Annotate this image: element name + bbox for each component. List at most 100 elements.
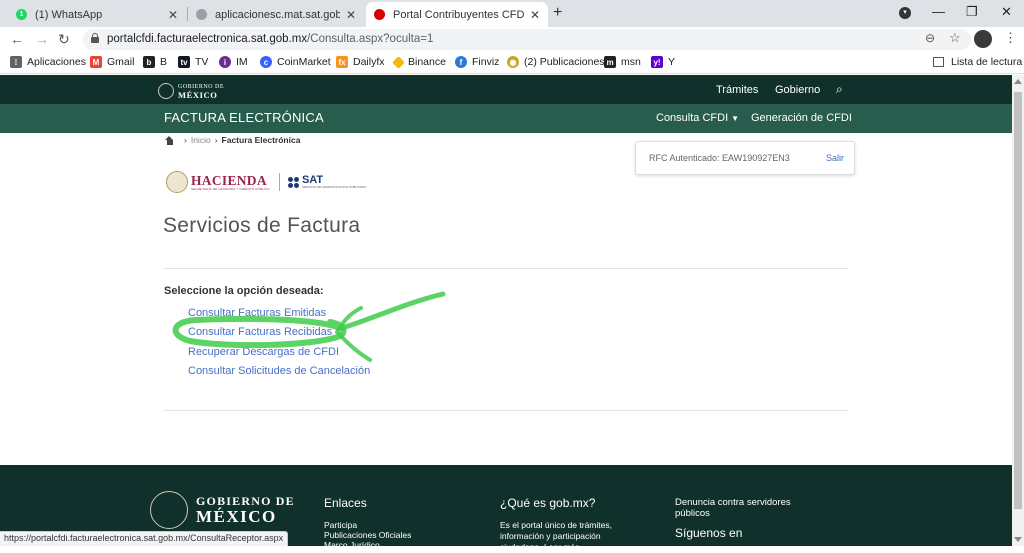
scroll-up-icon[interactable] [1014,79,1022,84]
hacienda-seal-icon [166,171,188,193]
bookmark-msn[interactable]: m msn [604,56,641,68]
bookmark-aplicaciones[interactable]: ⁞ Aplicaciones [10,56,86,68]
back-icon[interactable]: ← [10,31,24,47]
url-text[interactable]: portalcfdi.facturaelectronica.sat.gob.mx… [107,33,433,45]
highlight-scribble [172,291,446,362]
scrollbar-thumb[interactable] [1014,92,1022,509]
bookmark-label: Binance [408,56,446,68]
bookmarks-bar: ⁞ Aplicaciones M Gmail bB tv TV i IM c CoinMa… [0,52,1024,74]
bookmark-gmail[interactable]: M Gmail [90,56,134,68]
gmail-icon: M [90,56,102,68]
tab-title: aplicacionesc.mat.sat.gob.mx [215,8,340,21]
publicaciones-icon: ◉ [507,56,519,68]
national-seal-icon [150,491,188,529]
divider [163,268,848,269]
home-icon[interactable] [165,135,174,145]
bookmark-dailyfx[interactable]: fx Dailyfx [336,56,385,68]
breadcrumb-current: Factura Electrónica [221,135,301,145]
close-tab-icon[interactable]: ✕ [530,8,540,22]
sat-icon [374,9,385,20]
bookmark-label: IM [236,56,248,68]
minimize-icon[interactable]: — [932,4,945,19]
address-bar[interactable]: portalcfdi.facturaelectronica.sat.gob.mx… [83,29,971,50]
browser-tab-strip: 1 (1) WhatsApp ✕ aplicacionesc.mat.sat.g… [0,0,1024,27]
gob-mexico-logo[interactable]: GOBIERNO DE MÉXICO [158,83,224,99]
tab-search-icon[interactable]: ▾ [899,7,911,19]
reload-icon[interactable]: ↻ [58,31,70,48]
gob-header: GOBIERNO DE MÉXICO Trámites Gobierno ⌕ [0,75,1012,104]
bookmark-star-icon[interactable]: ☆ [949,30,961,46]
breadcrumb-inicio[interactable]: Inicio [191,135,211,145]
section-title[interactable]: FACTURA ELECTRÓNICA [164,110,324,125]
restore-icon[interactable]: ❐ [966,4,978,20]
bookmark-finviz[interactable]: f Finviz [455,56,499,68]
rfc-authenticated: RFC Autenticado: EAW190927EN3 [649,153,790,163]
bookmark-yahoo[interactable]: y! Y [651,56,675,68]
zoom-icon[interactable]: ⊖ [925,31,935,45]
reading-list[interactable]: Lista de lectura [933,56,1022,68]
bookmark-publicaciones[interactable]: ◉ (2) Publicaciones [507,56,605,68]
close-tab-icon[interactable]: ✕ [168,8,178,22]
nav-tramites[interactable]: Trámites [716,84,758,96]
forward-icon[interactable]: → [35,31,49,47]
globe-icon [196,9,207,20]
profile-avatar[interactable] [974,30,992,48]
bookmark-binance[interactable]: Binance [392,55,446,69]
bookmark-im[interactable]: i IM [219,56,248,68]
bookmark-coinmarket[interactable]: c CoinMarket [260,56,331,68]
scroll-down-icon[interactable] [1014,537,1022,542]
bookmark-label: Dailyfx [353,56,385,68]
close-tab-icon[interactable]: ✕ [346,8,356,22]
nav-gobierno[interactable]: Gobierno [775,84,820,96]
nav-generacion-cfdi[interactable]: Generación de CFDI [751,112,852,124]
url-path: /Consulta.aspx?oculta=1 [307,33,434,45]
footer-gob-top: GOBIERNO DE [196,494,295,508]
reading-list-label: Lista de lectura [951,56,1023,68]
breadcrumb: › Inicio › Factura Electrónica [165,135,300,145]
search-icon[interactable]: ⌕ [836,82,843,97]
bookmark-b[interactable]: bB [143,56,167,68]
dailyfx-icon: fx [336,56,348,68]
footer-que-es-text[interactable]: ciudadana. Leer más [500,542,579,553]
im-icon: i [219,56,231,68]
bookmark-label: Aplicaciones [27,56,86,68]
gob-logo-bottom: MÉXICO [178,90,218,100]
footer-gob-logo[interactable]: GOBIERNO DE MÉXICO [150,491,295,529]
bookmark-label: B [160,56,168,68]
tab-portal-cfdi[interactable]: Portal Contribuyentes CFDI | Busc ✕ [366,2,548,27]
bookmark-label: Gmail [107,56,135,68]
page-title: Servicios de Factura [163,214,361,237]
footer-que-es-title: ¿Qué es gob.mx? [500,496,596,510]
nav-consulta-cfdi[interactable]: Consulta CFDI ▼ [656,112,739,124]
chevron-right-icon: › [214,135,218,145]
footer-que-es-text: Es el portal único de trámites, [500,520,612,530]
hacienda-logo-text: HACIENDA [191,172,267,188]
browser-menu-icon[interactable]: ⋮ [1004,30,1017,46]
lock-icon[interactable] [91,33,99,43]
url-host: portalcfdi.facturaelectronica.sat.gob.mx [107,33,308,45]
bookmark-label: Y [668,56,676,68]
coinmarket-icon: c [260,56,272,68]
footer-denuncia-link[interactable]: Denuncia contra servidores [675,497,791,508]
page-scrollbar[interactable] [1012,75,1024,546]
hacienda-sat-logos: HACIENDA SECRETARÍA DE HACIENDA Y CRÉDIT… [166,171,366,193]
chevron-right-icon: › [184,135,187,145]
sat-logo: SAT SERVICIO DE ADMINISTRACIÓN TRIBUTARI… [287,175,366,189]
tab-whatsapp[interactable]: 1 (1) WhatsApp ✕ [8,2,186,27]
section-header: FACTURA ELECTRÓNICA Consulta CFDI ▼ Gener… [0,104,1012,133]
option-consultar-cancelacion[interactable]: Consultar Solicitudes de Cancelación [188,365,370,377]
bookmark-label: Finviz [472,56,500,68]
logo-divider [278,173,280,191]
footer-siguenos: Síguenos en [675,526,743,540]
tradingview-icon: tv [178,56,190,68]
binance-icon [392,55,405,69]
new-tab-icon[interactable]: + [553,4,562,22]
close-window-icon[interactable]: ✕ [1001,4,1012,20]
bookmark-tv[interactable]: tv TV [178,56,208,68]
tab-aplicaciones[interactable]: aplicacionesc.mat.sat.gob.mx ✕ [188,2,364,27]
apps-grid-icon: ⁞ [10,56,22,68]
sat-dots-icon [287,176,299,188]
tab-title: Portal Contribuyentes CFDI | Busc [393,8,524,21]
logout-link[interactable]: Salir [826,153,844,163]
footer-denuncia-link-2[interactable]: públicos [675,508,710,519]
